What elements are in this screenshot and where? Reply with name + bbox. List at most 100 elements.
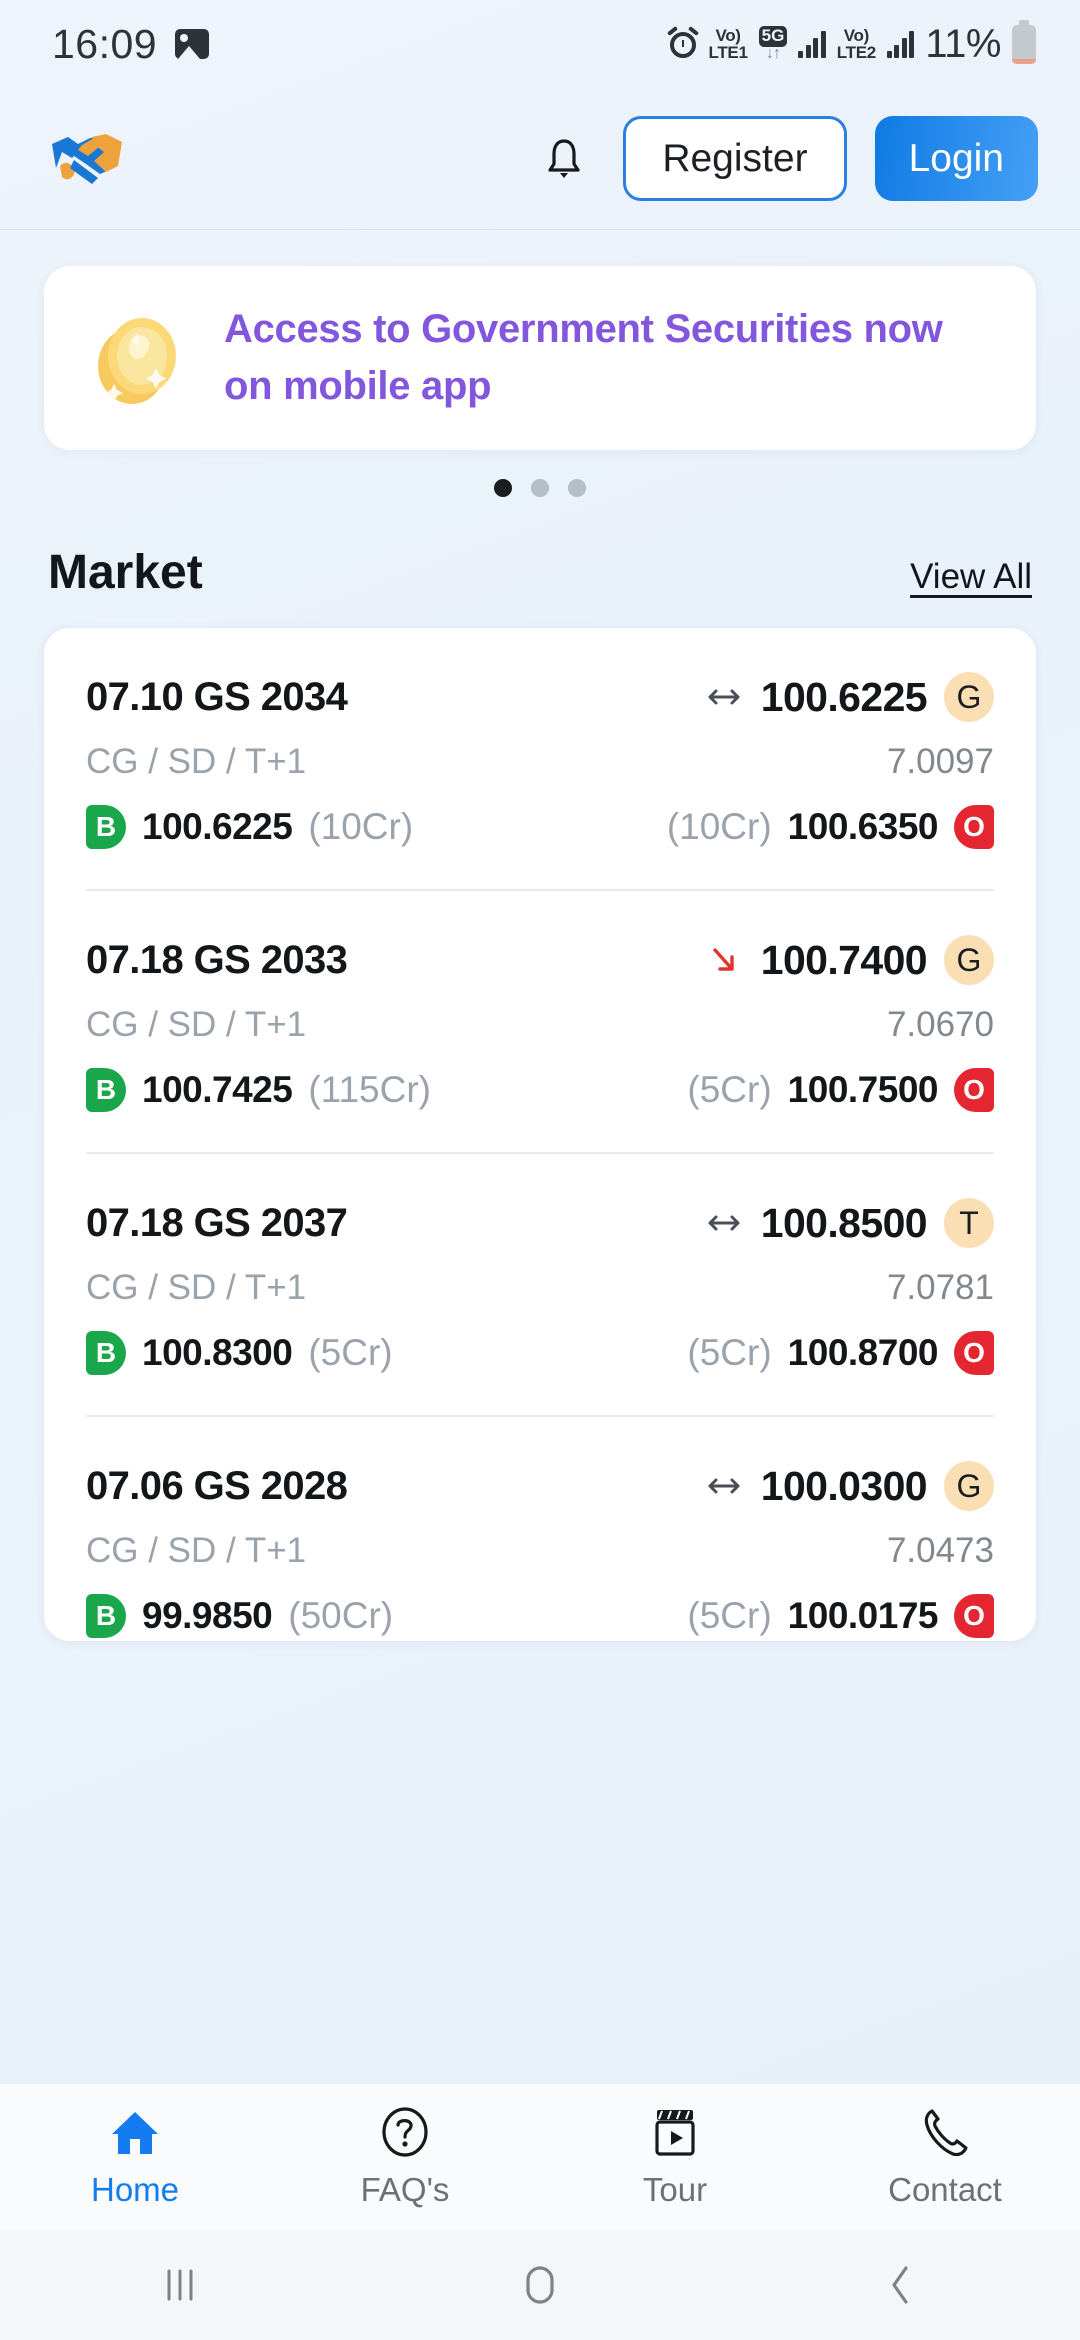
yield-value: 7.0670: [886, 1005, 994, 1044]
nav-label-faqs: FAQ's: [360, 2170, 450, 2208]
battery-icon: [1012, 19, 1036, 64]
security-meta: CG / SD / T+1: [86, 742, 307, 781]
gold-coin-icon: [86, 306, 190, 410]
status-time: 16:09: [52, 20, 158, 67]
recents-icon[interactable]: [0, 2265, 360, 2305]
nav-item-tour[interactable]: Tour: [540, 2106, 810, 2209]
offer-price: 100.8700: [787, 1332, 939, 1373]
bid-quote[interactable]: B 99.9850 (50Cr): [86, 1594, 393, 1638]
yield-value: 7.0473: [886, 1531, 994, 1570]
bottom-navigation-bar: Home FAQ's Tour Contact: [0, 2083, 1080, 2230]
status-bar-left: 16:09: [52, 20, 210, 68]
offer-quantity: (5Cr): [687, 1595, 772, 1636]
back-chevron-icon[interactable]: [720, 2264, 1080, 2306]
nav-item-home[interactable]: Home: [0, 2106, 270, 2209]
status-badge: G: [944, 1461, 994, 1511]
table-row[interactable]: 07.18 GS 2037 100.8500 T CG / SD / T+1 7…: [86, 1152, 994, 1415]
market-list: 07.10 GS 2034 100.6225 G CG / SD / T+1 7…: [44, 628, 1036, 1641]
yield-value: 7.0097: [886, 742, 994, 781]
market-row-quotes: B 100.6225 (10Cr) (10Cr) 100.6350 O: [86, 782, 994, 849]
bid-price: 100.6225: [142, 806, 293, 847]
register-button[interactable]: Register: [623, 116, 847, 201]
nav-label-contact: Contact: [888, 2170, 1002, 2208]
market-row-meta: CG / SD / T+1 7.0097: [86, 722, 994, 782]
view-all-link[interactable]: View All: [910, 557, 1032, 597]
trend-flat-icon: [704, 1466, 744, 1506]
sim2-vo-label: Vo): [843, 25, 870, 45]
nav-label-tour: Tour: [642, 2170, 708, 2208]
offer-quantity: (5Cr): [687, 1332, 772, 1373]
security-meta: CG / SD / T+1: [86, 1531, 307, 1570]
notification-bell-icon[interactable]: [533, 128, 595, 190]
offer-quantity: (10Cr): [666, 806, 772, 847]
security-name: 07.06 GS 2028: [86, 1463, 348, 1508]
carousel-dot-2[interactable]: [531, 479, 549, 497]
market-price-group: 100.7400 G: [704, 935, 994, 985]
handshake-logo-icon[interactable]: [48, 128, 126, 190]
bid-quote[interactable]: B 100.8300 (5Cr): [86, 1331, 393, 1375]
offer-quote[interactable]: (5Cr) 100.7500 O: [687, 1068, 994, 1112]
offer-badge: O: [954, 1594, 994, 1638]
page-title: Market: [48, 546, 203, 599]
question-circle-icon: [379, 2106, 431, 2158]
offer-price: 100.0175: [787, 1595, 939, 1636]
market-row-meta: CG / SD / T+1 7.0670: [86, 985, 994, 1045]
sim1-volte-indicator: Vo) LTE1: [709, 26, 748, 61]
alarm-icon: [666, 26, 699, 59]
offer-badge: O: [954, 1068, 994, 1112]
bid-quantity: (115Cr): [308, 1069, 431, 1110]
status-bar: 16:09 Vo) LTE1 5G ↓↑ Vo) LTE2 11%: [0, 0, 1080, 88]
bid-quantity: (50Cr): [288, 1595, 394, 1636]
home-icon: [109, 2106, 161, 2158]
promo-banner-card[interactable]: Access to Government Securities now on m…: [44, 266, 1036, 450]
last-price: 100.8500: [760, 1199, 928, 1246]
market-row-top: 07.06 GS 2028 100.0300 G: [86, 1461, 994, 1511]
security-meta: CG / SD / T+1: [86, 1005, 307, 1044]
offer-badge: O: [954, 1331, 994, 1375]
trend-down-icon: [704, 940, 744, 980]
last-price: 100.6225: [760, 673, 928, 720]
trend-flat-icon: [704, 677, 744, 717]
market-price-group: 100.6225 G: [704, 672, 994, 722]
status-badge: G: [944, 672, 994, 722]
security-name: 07.18 GS 2033: [86, 937, 348, 982]
offer-quote[interactable]: (5Cr) 100.0175 O: [687, 1594, 994, 1638]
bid-price: 100.7425: [142, 1069, 293, 1110]
nav-item-contact[interactable]: Contact: [810, 2106, 1080, 2209]
offer-price: 100.7500: [787, 1069, 939, 1110]
carousel-dot-3[interactable]: [568, 479, 586, 497]
status-bar-right: Vo) LTE1 5G ↓↑ Vo) LTE2 11%: [666, 19, 1036, 67]
table-row[interactable]: 07.10 GS 2034 100.6225 G CG / SD / T+1 7…: [86, 628, 994, 889]
market-row-top: 07.18 GS 2033 100.7400 G: [86, 935, 994, 985]
nav-item-faqs[interactable]: FAQ's: [270, 2106, 540, 2209]
sim2-net-label: LTE2: [836, 43, 876, 62]
market-row-meta: CG / SD / T+1 7.0781: [86, 1248, 994, 1308]
bid-badge: B: [86, 805, 126, 849]
table-row[interactable]: 07.06 GS 2028 100.0300 G CG / SD / T+1 7…: [86, 1415, 994, 1641]
header-actions: Register Login: [533, 116, 1038, 201]
trend-flat-icon: [704, 1203, 744, 1243]
status-badge: G: [944, 935, 994, 985]
offer-quote[interactable]: (10Cr) 100.6350 O: [667, 805, 994, 849]
data-network-badge: 5G: [758, 26, 788, 48]
bid-quote[interactable]: B 100.6225 (10Cr): [86, 805, 413, 849]
bid-quote[interactable]: B 100.7425 (115Cr): [86, 1068, 431, 1112]
data-network-indicator: 5G ↓↑: [758, 26, 788, 63]
home-pill-icon[interactable]: [360, 2264, 720, 2306]
data-transfer-arrows-icon: ↓↑: [765, 45, 781, 63]
market-row-quotes: B 99.9850 (50Cr) (5Cr) 100.0175 O: [86, 1571, 994, 1638]
sim2-volte-indicator: Vo) LTE2: [836, 25, 876, 62]
carousel-dot-1[interactable]: [494, 479, 512, 497]
market-row-top: 07.18 GS 2037 100.8500 T: [86, 1198, 994, 1248]
login-button[interactable]: Login: [874, 116, 1038, 201]
market-row-quotes: B 100.7425 (115Cr) (5Cr) 100.7500 O: [86, 1045, 994, 1112]
offer-quote[interactable]: (5Cr) 100.8700 O: [687, 1331, 994, 1375]
offer-price: 100.6350: [787, 806, 939, 847]
security-meta: CG / SD / T+1: [86, 1268, 307, 1307]
bid-quantity: (5Cr): [308, 1332, 393, 1373]
security-name: 07.18 GS 2037: [86, 1200, 348, 1245]
banner-carousel: Access to Government Securities now on m…: [0, 230, 1080, 497]
market-row-quotes: B 100.8300 (5Cr) (5Cr) 100.8700 O: [86, 1308, 994, 1375]
last-price: 100.0300: [760, 1462, 928, 1509]
table-row[interactable]: 07.18 GS 2033 100.7400 G CG / SD / T+1 7…: [86, 889, 994, 1152]
